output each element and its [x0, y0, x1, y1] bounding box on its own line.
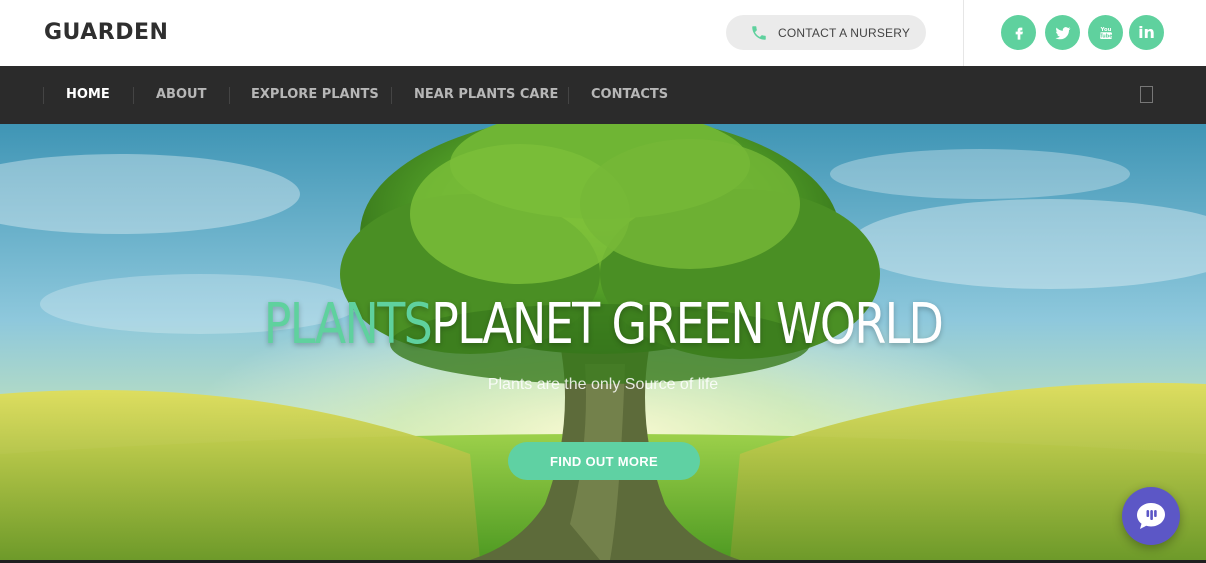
nav-separator	[391, 87, 392, 104]
nav-item-about[interactable]: ABOUT	[156, 66, 206, 124]
hero-banner: PLANTSPLANET GREEN WORLD Plants are the …	[0, 124, 1206, 560]
svg-text:You: You	[1099, 26, 1111, 32]
nav-separator	[133, 87, 134, 104]
find-out-more-button[interactable]: FIND OUT MORE	[508, 442, 700, 480]
contact-nursery-label: CONTACT A NURSERY	[778, 25, 911, 40]
main-nav: HOME ABOUT EXPLORE PLANTS NEAR PLANTS CA…	[0, 66, 1206, 124]
nav-item-contacts[interactable]: CONTACTS	[591, 66, 668, 124]
hero-title-rest: PLANET GREEN WORLD	[431, 292, 944, 357]
youtube-icon[interactable]: You Tube	[1088, 15, 1123, 50]
nav-separator	[229, 87, 230, 104]
nav-separator	[568, 87, 569, 104]
header-divider	[963, 0, 964, 66]
site-logo[interactable]: GUARDEN	[44, 20, 168, 45]
contact-nursery-button[interactable]: CONTACT A NURSERY	[726, 15, 926, 50]
twitter-icon[interactable]	[1045, 15, 1080, 50]
square-icon[interactable]	[1140, 86, 1153, 103]
nav-item-explore-plants[interactable]: EXPLORE PLANTS	[251, 66, 379, 124]
hero-title: PLANTSPLANET GREEN WORLD	[109, 292, 1098, 357]
nav-separator	[43, 87, 44, 104]
top-bar: GUARDEN CONTACT A NURSERY You Tube in	[0, 0, 1206, 66]
phone-icon	[750, 24, 768, 42]
linkedin-icon[interactable]: in	[1129, 15, 1164, 50]
nav-item-near-plants-care[interactable]: NEAR PLANTS CARE	[414, 66, 558, 124]
chat-bubble-icon[interactable]	[1122, 487, 1180, 545]
hero-title-accent: PLANTS	[263, 292, 433, 357]
facebook-icon[interactable]	[1001, 15, 1036, 50]
nav-item-home[interactable]: HOME	[66, 66, 110, 124]
svg-text:Tube: Tube	[1099, 33, 1113, 39]
hero-subtitle: Plants are the only Source of life	[487, 376, 719, 393]
